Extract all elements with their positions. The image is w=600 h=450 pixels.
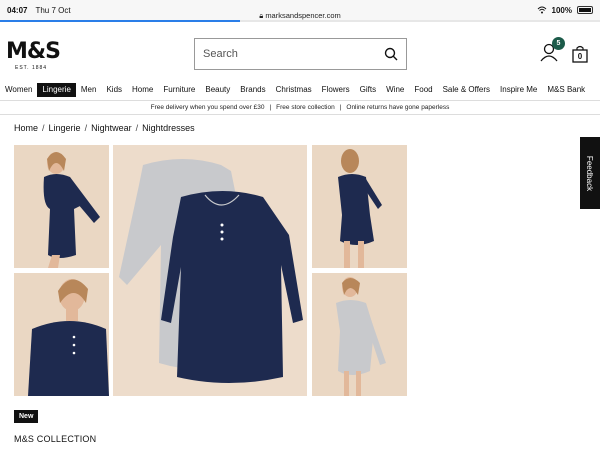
nav-item-gifts[interactable]: Gifts (355, 83, 381, 97)
nav-item-women[interactable]: Women (0, 83, 37, 97)
site-logo[interactable]: M&S (6, 39, 61, 64)
product-image-model-back[interactable] (312, 145, 407, 268)
search-input[interactable]: Search (203, 48, 384, 60)
nav-item-men[interactable]: Men (76, 83, 102, 97)
product-image-model-front[interactable] (14, 145, 109, 268)
promo-delivery[interactable]: Free delivery when you spend over £30 (151, 104, 265, 111)
url-text: marksandspencer.com (265, 11, 341, 20)
nav-item-food[interactable]: Food (409, 83, 437, 97)
site-header: M&S EST. 1884 Search 5 0 (0, 22, 600, 82)
product-brand: M&S COLLECTION (14, 434, 97, 444)
nav-item-brands[interactable]: Brands (235, 83, 270, 97)
model-closeup-illustration (14, 273, 109, 396)
feedback-tab[interactable]: Feedback (580, 137, 600, 209)
nav-item-wine[interactable]: Wine (381, 83, 409, 97)
nav-item-flowers[interactable]: Flowers (317, 83, 355, 97)
promo-separator: | (269, 104, 272, 111)
nav-item-christmas[interactable]: Christmas (271, 83, 317, 97)
nav-item-home[interactable]: Home (127, 83, 158, 97)
product-image-model-grey[interactable] (312, 273, 407, 396)
breadcrumb-nightwear[interactable]: Nightwear (91, 123, 132, 133)
promo-collection[interactable]: Free store collection (276, 104, 335, 111)
nav-item-lingerie[interactable]: Lingerie (37, 83, 76, 97)
model-grey-illustration (312, 273, 407, 396)
search-icon[interactable] (384, 47, 398, 61)
nav-item-furniture[interactable]: Furniture (158, 83, 200, 97)
model-back-illustration (312, 145, 407, 268)
promo-strip: Free delivery when you spend over £30 | … (0, 100, 600, 115)
breadcrumb-home[interactable]: Home (14, 123, 38, 133)
lock-icon: 🔒︎ (259, 11, 264, 20)
nav-item-sale-offers[interactable]: Sale & Offers (438, 83, 495, 97)
nav-item-inspire-me[interactable]: Inspire Me (495, 83, 542, 97)
breadcrumb-separator: / (135, 123, 139, 133)
main-nav: Women Lingerie Men Kids Home Furniture Beauty B… (0, 82, 600, 98)
nav-item-beauty[interactable]: Beauty (200, 83, 235, 97)
breadcrumb-nightdresses[interactable]: Nightdresses (142, 123, 195, 133)
breadcrumb-separator: / (42, 123, 45, 133)
nav-item-m-s-bank[interactable]: M&S Bank (542, 83, 590, 97)
promo-returns[interactable]: Online returns have gone paperless (346, 104, 449, 111)
bag-count: 0 (577, 52, 583, 61)
promo-separator: | (339, 104, 342, 111)
account-badge: 5 (552, 37, 565, 50)
logo-subtitle: EST. 1884 (15, 65, 48, 71)
breadcrumb-lingerie[interactable]: Lingerie (49, 123, 81, 133)
product-image-model-closeup[interactable] (14, 273, 109, 396)
model-front-illustration (14, 145, 109, 268)
search-box[interactable]: Search (194, 38, 407, 70)
nav-item-kids[interactable]: Kids (101, 83, 127, 97)
flat-lay-illustration (113, 145, 307, 396)
breadcrumb-separator: / (84, 123, 88, 133)
product-image-flat-lay[interactable] (113, 145, 307, 396)
new-badge: New (14, 410, 39, 423)
feedback-label: Feedback (585, 155, 595, 191)
breadcrumb: Home / Lingerie / Nightwear / Nightdresses (14, 123, 195, 133)
